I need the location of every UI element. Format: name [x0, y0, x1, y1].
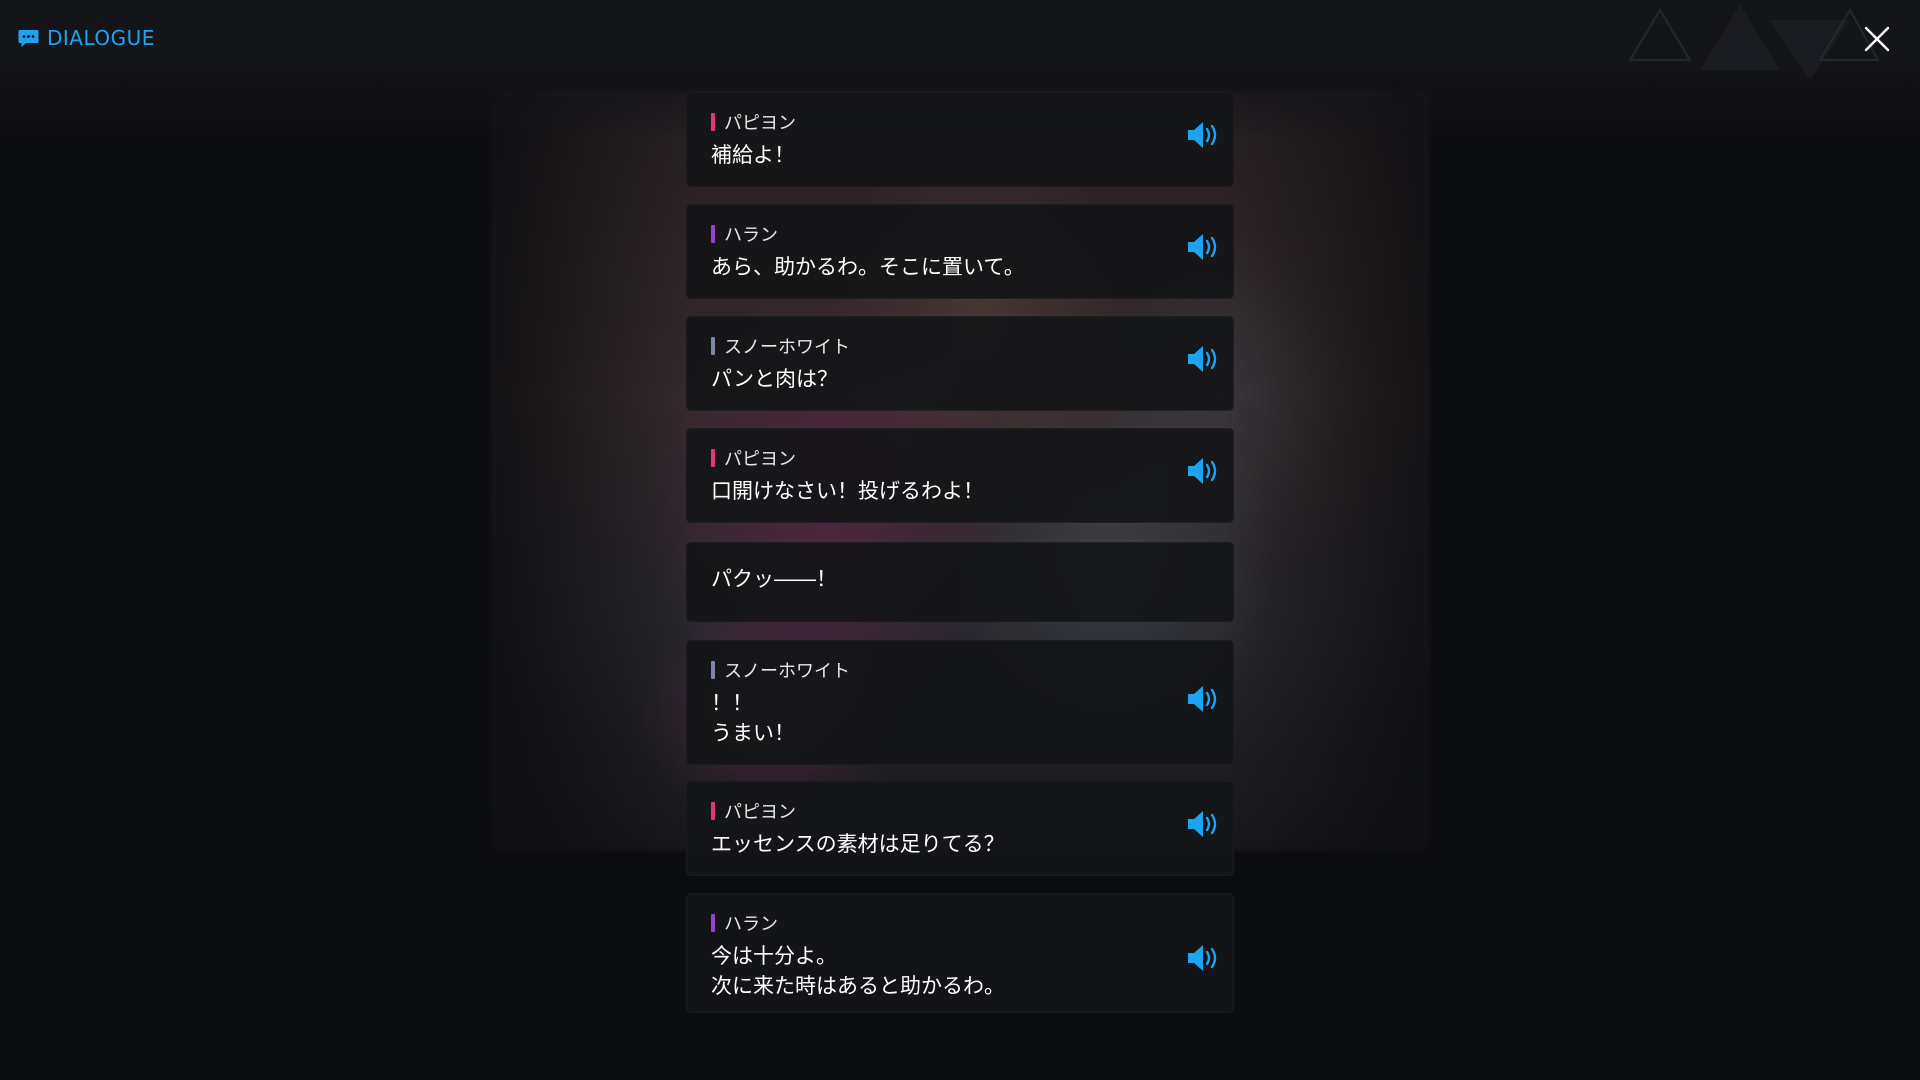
speaker-name: スノーホワイト: [711, 334, 1164, 358]
dialogue-text: 今は十分よ。 次に来た時はあると助かるわ。: [711, 944, 1005, 998]
speaker-color-bar: [711, 661, 715, 679]
dialogue-header: DIALOGUE: [18, 26, 155, 50]
speaker-name: ハラン: [711, 222, 1164, 246]
speaker-label: ハラン: [724, 914, 778, 935]
speaker-label: スノーホワイト: [724, 661, 850, 682]
speaker-name: ハラン: [711, 911, 1164, 935]
dialogue-entry: パピヨン補給よ！: [686, 92, 1234, 187]
voice-play-button[interactable]: [1186, 232, 1222, 262]
decorative-triangles: [1628, 5, 1880, 80]
dialogue-entry: スノーホワイト ！！ うまい！: [686, 640, 1234, 765]
speaker-volume-icon: [1188, 686, 1217, 712]
voice-play-button[interactable]: [1186, 120, 1222, 150]
speaker-color-bar: [711, 225, 715, 243]
dialogue-text: パンと肉は？: [711, 367, 839, 391]
speaker-volume-icon: [1188, 122, 1217, 148]
speaker-volume-icon: [1188, 458, 1217, 484]
close-icon: [1864, 26, 1890, 52]
speaker-color-bar: [711, 802, 715, 820]
dialogue-log-screen: DIALOGUE パピヨン 補給よ！ ハラン あら、助かるわ。そこに置いて。 スノーホワ…: [0, 0, 1920, 1080]
dialogue-text: あら、助かるわ。そこに置いて。: [711, 255, 1025, 279]
speaker-label: パピヨン: [724, 449, 796, 470]
voice-play-button[interactable]: [1186, 456, 1222, 486]
speaker-color-bar: [711, 337, 715, 355]
chat-bubble-icon: [18, 29, 39, 47]
close-button[interactable]: [1862, 24, 1892, 54]
speaker-volume-icon: [1188, 811, 1217, 837]
speaker-label: パピヨン: [724, 113, 796, 134]
speaker-volume-icon: [1188, 945, 1217, 971]
dialogue-text: 補給よ！: [711, 143, 795, 167]
voice-play-button[interactable]: [1186, 344, 1222, 374]
speaker-label: ハラン: [724, 225, 778, 246]
dialogue-text: エッセンスの素材は足りてる？: [711, 832, 1005, 856]
speaker-color-bar: [711, 914, 715, 932]
speaker-color-bar: [711, 113, 715, 131]
speaker-volume-icon: [1188, 346, 1217, 372]
dialogue-entry: パピヨン口開けなさい！投げるわよ！: [686, 428, 1234, 523]
dialogue-text: ！！ うまい！: [711, 691, 795, 745]
dialogue-entry: パピヨンエッセンスの素材は足りてる？: [686, 781, 1234, 876]
speaker-name: パピヨン: [711, 110, 1164, 134]
speaker-name: パピヨン: [711, 446, 1164, 470]
speaker-label: パピヨン: [724, 802, 796, 823]
voice-play-button[interactable]: [1186, 684, 1222, 714]
speaker-label: スノーホワイト: [724, 337, 850, 358]
dialogue-text: パクッ――！: [711, 567, 837, 591]
speaker-name: スノーホワイト: [711, 658, 1164, 682]
speaker-volume-icon: [1188, 234, 1217, 260]
dialogue-entry: ハランあら、助かるわ。そこに置いて。: [686, 204, 1234, 299]
dialogue-entry: パクッ――！: [686, 542, 1234, 622]
speaker-name: パピヨン: [711, 799, 1164, 823]
speaker-color-bar: [711, 449, 715, 467]
page-title: DIALOGUE: [47, 26, 155, 50]
dialogue-text: 口開けなさい！投げるわよ！: [711, 479, 984, 503]
voice-play-button[interactable]: [1186, 809, 1222, 839]
dialogue-entry: ハラン今は十分よ。 次に来た時はあると助かるわ。: [686, 893, 1234, 1013]
dialogue-entry: スノーホワイトパンと肉は？: [686, 316, 1234, 411]
voice-play-button[interactable]: [1186, 943, 1222, 973]
